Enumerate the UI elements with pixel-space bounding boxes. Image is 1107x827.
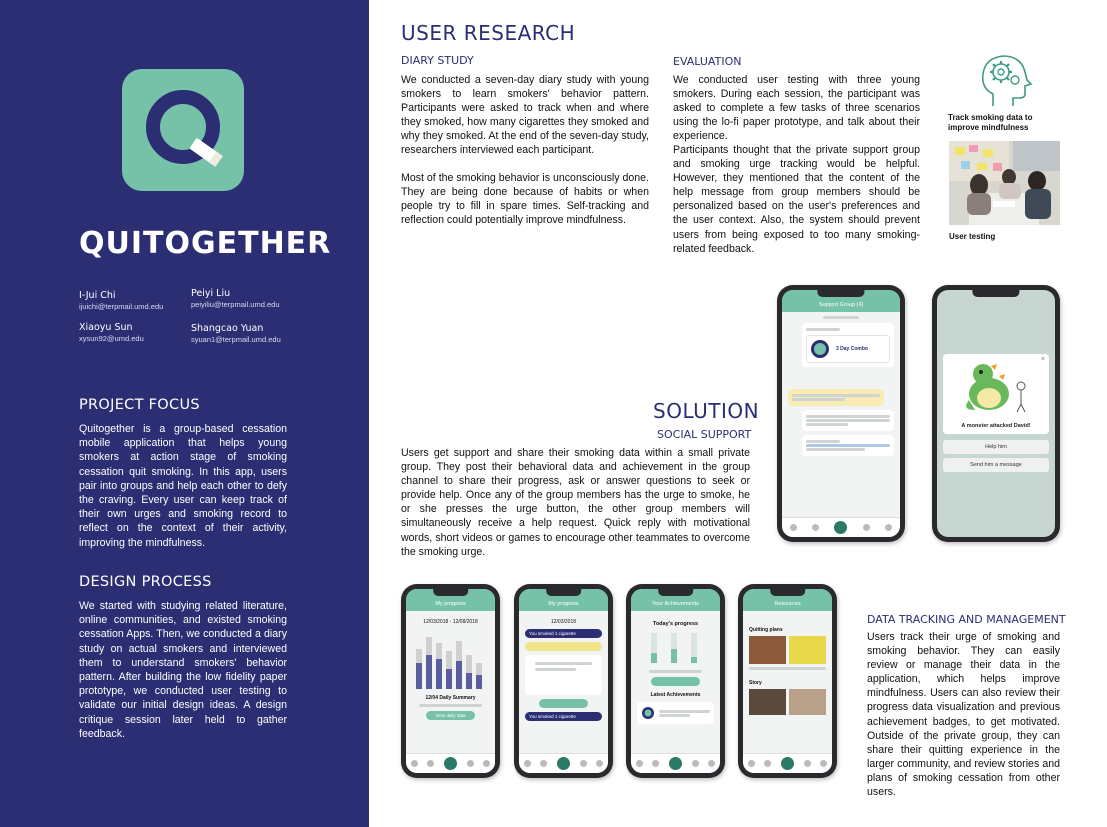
alert-title: A monster attacked David!	[961, 423, 1031, 429]
badge-label: 3 Day Combo	[836, 346, 868, 352]
phone-mockup-progress: My progress 12/03/2018 - 12/08/2018 12/0…	[401, 584, 500, 778]
monster-icon	[966, 364, 1026, 413]
phone-mockup-alert: × A monster attacked David! Help him Sen…	[932, 285, 1060, 542]
evaluation-heading: EVALUATION	[673, 55, 742, 68]
icon-caption: Track smoking data to improve mindfulnes…	[948, 113, 1033, 132]
todays-progress-title: Today's progress	[652, 621, 699, 627]
author-card: Shangcao Yuan syuan1@terpmail.umd.edu	[191, 323, 321, 344]
user-testing-photo	[949, 141, 1060, 225]
diary-study-text-1: We conducted a seven-day diary study wit…	[401, 74, 649, 157]
daily-summary-title: 12/04 Daily Summary	[425, 695, 476, 701]
author-name: Xiaoyu Sun	[79, 322, 133, 333]
send-message-button[interactable]: Send him a message	[943, 458, 1049, 472]
author-name: I-Jui Chi	[79, 290, 116, 301]
plan-thumbnail[interactable]	[749, 636, 786, 664]
save-button[interactable]	[539, 699, 588, 708]
quitogether-logo-icon	[146, 90, 223, 167]
phone-mockup-achievements: Your Achievements Today's progress Lates…	[626, 584, 725, 778]
log-entry[interactable]	[525, 642, 602, 651]
head-gear-icon	[975, 52, 1033, 113]
bar-chart-graphic	[416, 637, 482, 689]
diary-study-heading: DIARY STUDY	[401, 54, 474, 67]
view-more-button[interactable]	[651, 677, 700, 686]
phone-mockup-resources: Resources Quitting plans Story	[738, 584, 837, 778]
phone-mockup-support-group: Support Group (4) 3 Day Combo	[777, 285, 905, 542]
tab-bar[interactable]	[743, 753, 832, 773]
author-card: Peiyi Liu peiyiliu@terpmail.umd.edu	[191, 288, 321, 309]
story-thumbnail[interactable]	[789, 689, 826, 715]
log-entry[interactable]: You smoked 1 cigarette	[525, 712, 602, 721]
author-card: I-Jui Chi ijuichi@terpmail.umd.edu	[79, 290, 209, 311]
author-name: Peiyi Liu	[191, 288, 231, 299]
date-range: 12/03/2018 - 12/08/2018	[423, 619, 478, 625]
diary-study-text-2: Most of the smoking behavior is unconsci…	[401, 172, 649, 227]
social-support-text: Users get support and share their smokin…	[401, 447, 750, 558]
author-card: Xiaoyu Sun xysun92@umd.edu	[79, 322, 209, 343]
design-process-text: We started with studying related literat…	[79, 600, 287, 740]
phone-mockup-log: My progress 12/03/2018 You smoked 1 ciga…	[514, 584, 613, 778]
help-button[interactable]: Help him	[943, 440, 1049, 454]
design-process-heading: DESIGN PROCESS	[79, 574, 212, 590]
solution-heading: SOLUTION	[653, 399, 760, 423]
combo-badge-icon	[811, 340, 829, 358]
user-research-heading: USER RESEARCH	[401, 21, 576, 45]
badge-icon	[642, 707, 654, 719]
latest-achievements-title: Latest Achievements	[650, 692, 701, 698]
app-logo	[122, 69, 244, 191]
story-thumbnail[interactable]	[749, 689, 786, 715]
tab-bar[interactable]	[519, 753, 608, 773]
social-support-heading: SOCIAL SUPPORT	[657, 428, 752, 441]
tab-bar[interactable]	[631, 753, 720, 773]
sidebar-panel: QUITOGETHER I-Jui Chi ijuichi@terpmail.u…	[0, 0, 369, 827]
story-title: Story	[749, 680, 762, 686]
alert-dialog: × A monster attacked David!	[943, 354, 1049, 434]
app-title: QUITOGETHER	[79, 226, 332, 261]
quitting-plans-title: Quitting plans	[749, 627, 783, 633]
evaluation-text-2: Participants thought that the private su…	[673, 144, 920, 255]
tab-bar[interactable]	[406, 753, 495, 773]
data-tracking-text: Users track their urge of smoking and sm…	[867, 631, 1060, 799]
plan-thumbnail[interactable]	[789, 636, 826, 664]
author-email: peiyiliu@terpmail.umd.edu	[191, 300, 280, 309]
author-email: xysun92@umd.edu	[79, 334, 144, 343]
project-focus-heading: PROJECT FOCUS	[79, 397, 200, 413]
view-daily-button[interactable]: View daily data	[426, 711, 475, 720]
log-entry[interactable]: You smoked 1 cigarette	[525, 629, 602, 638]
author-name: Shangcao Yuan	[191, 323, 264, 334]
photo-caption: User testing	[949, 232, 996, 241]
evaluation-text-1: We conducted user testing with three you…	[673, 74, 920, 143]
author-email: syuan1@terpmail.umd.edu	[191, 335, 281, 344]
close-icon[interactable]: ×	[1041, 356, 1045, 363]
tab-bar[interactable]	[782, 517, 900, 537]
author-email: ijuichi@terpmail.umd.edu	[79, 302, 164, 311]
progress-bars-graphic	[651, 633, 697, 663]
date-single: 12/03/2018	[550, 619, 577, 625]
project-focus-text: Quitogether is a group-based cessation m…	[79, 423, 287, 549]
data-tracking-heading: DATA TRACKING AND MANAGEMENT	[867, 613, 1066, 626]
